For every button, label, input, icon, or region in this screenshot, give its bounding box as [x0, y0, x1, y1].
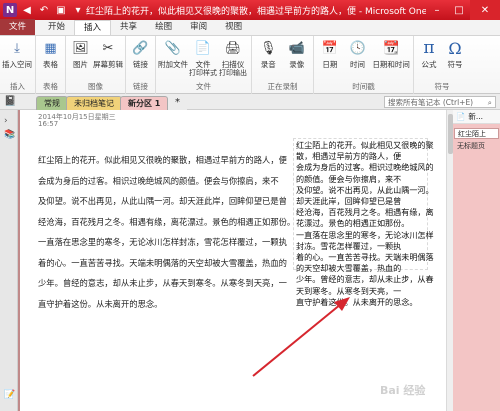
watermark-logo: Bai 经验: [380, 384, 426, 397]
tab-review[interactable]: 审阅: [181, 20, 216, 35]
note-page[interactable]: 2014年10月15日星期三 16:57 红尘陌上的花开。似此相见又很晚的聚散，…: [18, 110, 452, 411]
search-input[interactable]: 搜索所有笔记本 (Ctrl+E) ⌕: [384, 96, 496, 108]
ribbon-tabs: 文件 开始 插入 共享 绘图 审阅 视图: [0, 19, 500, 36]
screen-clipping-icon: ✂: [102, 40, 114, 56]
tab-view[interactable]: 视图: [216, 20, 251, 35]
search-placeholder: 搜索所有笔记本 (Ctrl+E): [388, 98, 474, 107]
expand-notebooks-icon[interactable]: ›: [4, 116, 14, 126]
tab-draw[interactable]: 绘图: [146, 20, 181, 35]
title-bar: N ◀ ↶ ▣ ▾ 红尘陌上的花开，似此相见又很晚的聚散，相遇过早前方的路人，便…: [0, 0, 500, 20]
link-icon: 🔗: [132, 40, 149, 56]
group-insert: ⤓ 插入空间 插入: [0, 36, 36, 94]
new-page-label: 新...: [468, 112, 483, 121]
minimize-button[interactable]: –: [426, 0, 448, 20]
quick-notes-icon[interactable]: 📝: [4, 390, 15, 400]
date-time-icon: 📆: [383, 40, 400, 56]
back-icon[interactable]: ◀: [20, 3, 34, 17]
group-recording: 🎙 录音 📹 录像 正在录制: [252, 36, 314, 94]
page-scrollbar[interactable]: [446, 110, 453, 411]
group-timestamp: 📅 日期 🕓 时间 📆 日期和时间 时间戳: [314, 36, 414, 94]
quick-access-toolbar: N ◀ ↶ ▣ ▾: [0, 3, 86, 17]
attach-file-icon: 📎: [164, 40, 182, 56]
tab-share[interactable]: 共享: [111, 20, 146, 35]
notebook-icon[interactable]: 📓: [4, 96, 16, 108]
arrow-shaft: [252, 303, 342, 377]
tab-insert[interactable]: 插入: [74, 20, 112, 35]
page-list-panel: 📄 新... 红尘陌上 无标题页: [453, 110, 500, 411]
dock-icon[interactable]: ▣: [54, 3, 68, 17]
section-tab-general[interactable]: 常规: [36, 96, 68, 110]
scanner-printout-icon: 🖨: [224, 40, 242, 56]
search-icon: ⌕: [487, 98, 492, 107]
picture-icon: 🖼: [72, 40, 89, 56]
undo-icon[interactable]: ↶: [37, 3, 51, 17]
table-icon: ▦: [44, 40, 57, 56]
notebook-stack-icon[interactable]: 📚: [4, 130, 15, 140]
new-page-button[interactable]: 📄 新...: [453, 110, 500, 124]
ribbon: ⤓ 插入空间 插入 ▦ 表格 表格 🖼 图片 ✂ 屏幕剪辑 图像 🔗 链接 链接…: [0, 36, 500, 94]
file-printout-icon: 📄: [194, 40, 212, 56]
tab-file[interactable]: 文件: [0, 19, 36, 35]
tab-home[interactable]: 开始: [39, 20, 74, 35]
onenote-logo-icon[interactable]: N: [3, 3, 17, 17]
group-files: 📎 附加文件 📄 文件 打印样式 🖨 扫描仪 打印输出 文件: [156, 36, 252, 94]
section-tab-new-section-1[interactable]: 新分区 1: [120, 96, 169, 110]
date-icon: 📅: [321, 40, 338, 56]
equation-icon: π: [423, 37, 435, 58]
new-page-icon: 📄: [456, 112, 466, 121]
maximize-button[interactable]: □: [448, 0, 470, 20]
section-bar: 📓 常规 未归档笔记 新分区 1 * 搜索所有笔记本 (Ctrl+E) ⌕: [0, 94, 500, 110]
page-item[interactable]: 红尘陌上: [454, 128, 499, 139]
group-symbols: π 公式 Ω 符号 符号: [414, 36, 470, 94]
time-icon: 🕓: [349, 40, 366, 56]
customize-qat-icon[interactable]: ▾: [71, 3, 85, 17]
annotation-arrow: [252, 297, 350, 377]
insert-space-icon: ⤓: [14, 40, 20, 56]
page-item[interactable]: 无标题页: [454, 141, 499, 152]
symbol-icon: Ω: [448, 38, 462, 58]
close-button[interactable]: ✕: [470, 0, 500, 20]
group-links: 🔗 链接 链接: [126, 36, 156, 94]
section-tab-unfiled[interactable]: 未归档笔记: [66, 96, 122, 110]
notebook-navigation: › 📚 📝: [0, 110, 18, 411]
add-section-button[interactable]: *: [168, 96, 187, 110]
group-images: 🖼 图片 ✂ 屏幕剪辑 图像: [66, 36, 126, 94]
group-table: ▦ 表格 表格: [36, 36, 66, 94]
record-video-icon: 📹: [288, 40, 305, 56]
window-title: 红尘陌上的花开，似此相见又很晚的聚散，相遇过早前方的路人，便 - Microso…: [86, 6, 426, 17]
record-audio-icon: 🎙: [259, 40, 277, 56]
